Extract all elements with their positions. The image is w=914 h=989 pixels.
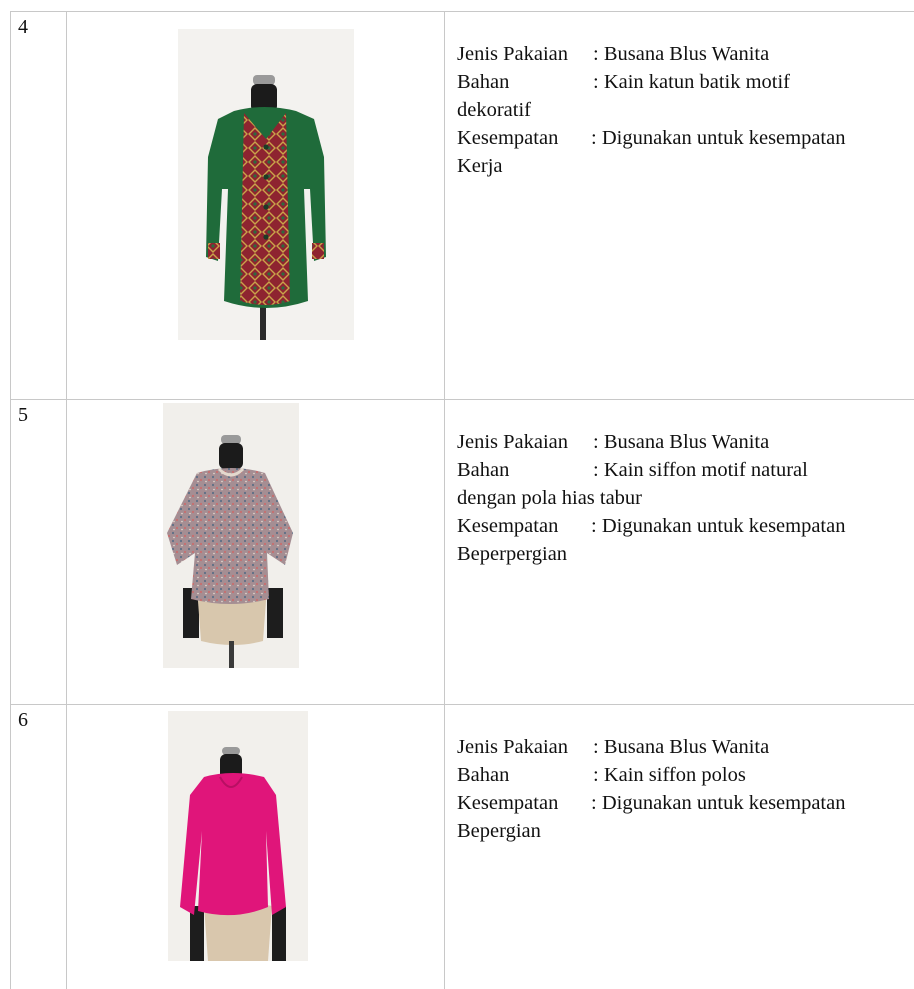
kesempatan-continuation: Kerja <box>457 152 914 180</box>
table-row: 6 Jenis Pakaian: Busana Blus Wanita Baha… <box>11 705 914 989</box>
floral-blouse-illustration <box>163 403 299 668</box>
jenis-line: Jenis Pakaian: Busana Blus Wanita <box>457 40 914 68</box>
bahan-line: Bahan: Kain siffon motif natural <box>457 456 914 484</box>
kesempatan-continuation: Bepergian <box>457 817 914 845</box>
jenis-line: Jenis Pakaian: Busana Blus Wanita <box>457 733 914 761</box>
garment-photo-floral-blouse <box>163 403 299 668</box>
jenis-line: Jenis Pakaian: Busana Blus Wanita <box>457 428 914 456</box>
kesempatan-line: Kesempatan: Digunakan untuk kesempatan <box>457 512 914 540</box>
image-cell <box>67 400 445 705</box>
kesempatan-line: Kesempatan: Digunakan untuk kesempatan <box>457 789 914 817</box>
garment-photo-batik-blouse <box>178 29 354 340</box>
bahan-continuation: dekoratif <box>457 96 914 124</box>
image-cell <box>67 12 445 400</box>
row-number: 5 <box>11 400 67 705</box>
pink-blouse-illustration <box>168 711 308 961</box>
row-number: 6 <box>11 705 67 989</box>
description-cell: Jenis Pakaian: Busana Blus Wanita Bahan:… <box>445 12 914 400</box>
batik-blouse-illustration <box>178 29 354 340</box>
bahan-line: Bahan: Kain katun batik motif <box>457 68 914 96</box>
description-cell: Jenis Pakaian: Busana Blus Wanita Bahan:… <box>445 400 914 705</box>
description-cell: Jenis Pakaian: Busana Blus Wanita Bahan:… <box>445 705 914 989</box>
kesempatan-continuation: Beperpergian <box>457 540 914 568</box>
kesempatan-line: Kesempatan: Digunakan untuk kesempatan <box>457 124 914 152</box>
garment-photo-pink-blouse <box>168 711 308 961</box>
row-number: 4 <box>11 12 67 400</box>
image-cell <box>67 705 445 989</box>
bahan-line: Bahan: Kain siffon polos <box>457 761 914 789</box>
table-row: 4 <box>11 12 914 400</box>
bahan-continuation: dengan pola hias tabur <box>457 484 914 512</box>
table-row: 5 <box>11 400 914 705</box>
catalog-table: 4 <box>10 11 914 989</box>
